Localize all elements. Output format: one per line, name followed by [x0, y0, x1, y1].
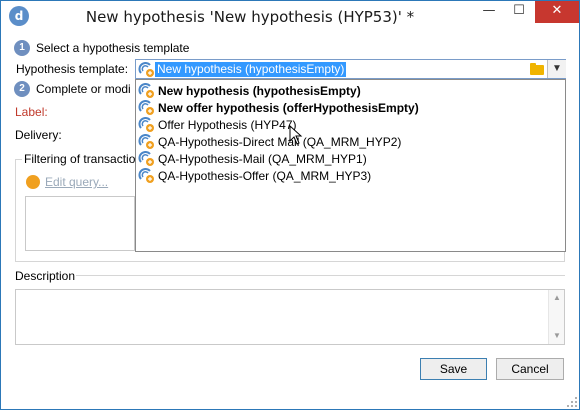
- filtering-legend: Filtering of transactio: [22, 152, 138, 166]
- dropdown-option[interactable]: QA-Hypothesis-Direct Mail (QA_MRM_HYP2): [136, 133, 565, 150]
- dropdown-option-label: New offer hypothesis (offerHypothesisEmp…: [158, 101, 419, 115]
- template-selected-value[interactable]: New hypothesis (hypothesisEmpty): [155, 62, 347, 77]
- step-1-label: Select a hypothesis template: [36, 41, 190, 55]
- hypothesis-icon: [138, 100, 154, 115]
- cancel-button[interactable]: Cancel: [496, 358, 564, 380]
- step-2-badge: 2: [14, 81, 30, 97]
- close-button[interactable]: ✕: [535, 1, 579, 23]
- edit-query-icon: [26, 175, 40, 189]
- label-field-label: Label:: [15, 105, 48, 119]
- template-combobox[interactable]: New hypothesis (hypothesisEmpty) ▼: [135, 59, 566, 79]
- hypothesis-icon: [138, 168, 154, 183]
- dropdown-option-label: Offer Hypothesis (HYP47): [158, 118, 297, 132]
- dropdown-option-label: QA-Hypothesis-Direct Mail (QA_MRM_HYP2): [158, 135, 402, 149]
- description-textarea[interactable]: ▲ ▼: [15, 289, 565, 345]
- scroll-down-icon[interactable]: ▼: [549, 329, 565, 343]
- edit-query-link[interactable]: Edit query...: [45, 175, 108, 189]
- description-scrollbar[interactable]: ▲ ▼: [548, 290, 564, 344]
- maximize-button[interactable]: ☐: [505, 1, 533, 23]
- step-1-badge: 1: [14, 40, 30, 56]
- scroll-up-icon[interactable]: ▲: [549, 291, 565, 305]
- hypothesis-icon: [138, 117, 154, 132]
- description-separator: [76, 275, 565, 276]
- dropdown-option[interactable]: QA-Hypothesis-Mail (QA_MRM_HYP1): [136, 150, 565, 167]
- delivery-field-label: Delivery:: [15, 128, 62, 142]
- dropdown-option-label: New hypothesis (hypothesisEmpty): [158, 84, 361, 98]
- step-2-label: Complete or modi: [36, 82, 131, 96]
- hypothesis-icon: [138, 83, 154, 98]
- template-label: Hypothesis template:: [16, 62, 129, 76]
- hypothesis-icon: [138, 134, 154, 149]
- resize-grip-icon[interactable]: [567, 397, 577, 407]
- dropdown-option-label: QA-Hypothesis-Mail (QA_MRM_HYP1): [158, 152, 367, 166]
- chevron-down-icon[interactable]: ▼: [547, 60, 566, 78]
- hypothesis-dialog: d New hypothesis 'New hypothesis (HYP53)…: [0, 0, 580, 410]
- minimize-button[interactable]: —: [475, 1, 503, 23]
- dropdown-option-label: QA-Hypothesis-Offer (QA_MRM_HYP3): [158, 169, 372, 183]
- dropdown-option[interactable]: QA-Hypothesis-Offer (QA_MRM_HYP3): [136, 167, 565, 184]
- folder-icon[interactable]: [529, 61, 546, 78]
- window-title: New hypothesis 'New hypothesis (HYP53)' …: [85, 8, 415, 26]
- dropdown-option[interactable]: New hypothesis (hypothesisEmpty): [136, 82, 565, 99]
- app-icon: d: [9, 6, 29, 26]
- hypothesis-icon: [138, 62, 154, 77]
- hypothesis-icon: [138, 151, 154, 166]
- dropdown-option[interactable]: New offer hypothesis (offerHypothesisEmp…: [136, 99, 565, 116]
- save-button[interactable]: Save: [420, 358, 487, 380]
- filter-preview-area: [25, 196, 135, 251]
- title-bar[interactable]: d New hypothesis 'New hypothesis (HYP53)…: [1, 1, 579, 32]
- template-dropdown-list[interactable]: New hypothesis (hypothesisEmpty) New off…: [135, 79, 566, 252]
- dropdown-option[interactable]: Offer Hypothesis (HYP47): [136, 116, 565, 133]
- mouse-cursor-icon: [289, 125, 303, 145]
- description-legend: Description: [15, 269, 76, 283]
